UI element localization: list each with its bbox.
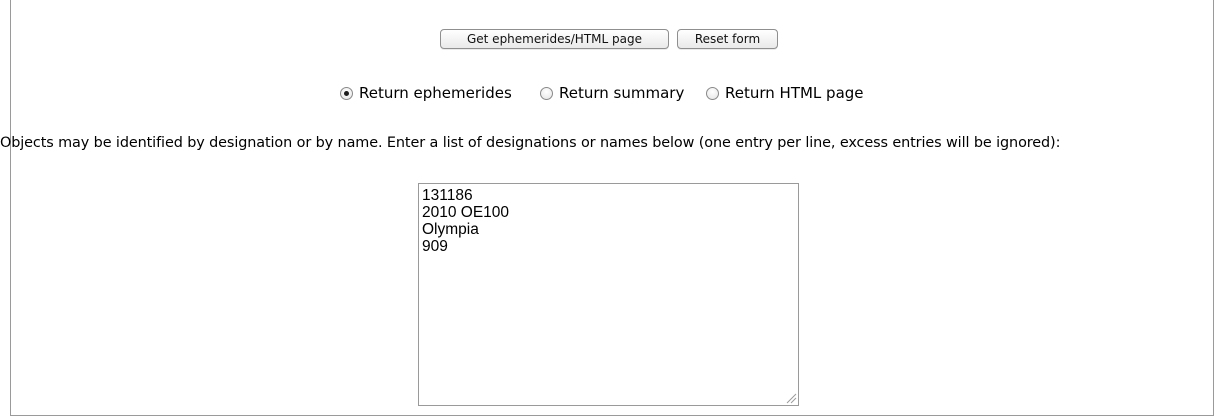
radio-label-return-summary: Return summary <box>559 84 685 102</box>
radio-option-return-html-page[interactable]: Return HTML page <box>706 82 864 104</box>
return-type-radio-group: Return ephemerides Return summary Return… <box>0 82 1216 104</box>
object-entry-instructions: Objects may be identified by designation… <box>0 135 1061 151</box>
radio-button-return-summary[interactable] <box>540 86 553 100</box>
object-list-textarea[interactable]: 131186 2010 OE100 Olympia 909 <box>418 183 799 406</box>
radio-option-return-ephemerides[interactable]: Return ephemerides <box>340 82 512 104</box>
radio-label-return-html-page: Return HTML page <box>725 84 864 102</box>
get-ephemerides-button[interactable]: Get ephemerides/HTML page <box>440 29 669 49</box>
action-button-row: Get ephemerides/HTML page Reset form <box>0 29 1216 49</box>
resize-grip-icon[interactable] <box>785 392 797 404</box>
radio-option-return-summary[interactable]: Return summary <box>540 82 684 104</box>
radio-button-return-html-page[interactable] <box>706 86 719 100</box>
radio-button-return-ephemerides[interactable] <box>340 86 353 100</box>
reset-form-button[interactable]: Reset form <box>677 29 778 49</box>
radio-label-return-ephemerides: Return ephemerides <box>359 84 512 102</box>
